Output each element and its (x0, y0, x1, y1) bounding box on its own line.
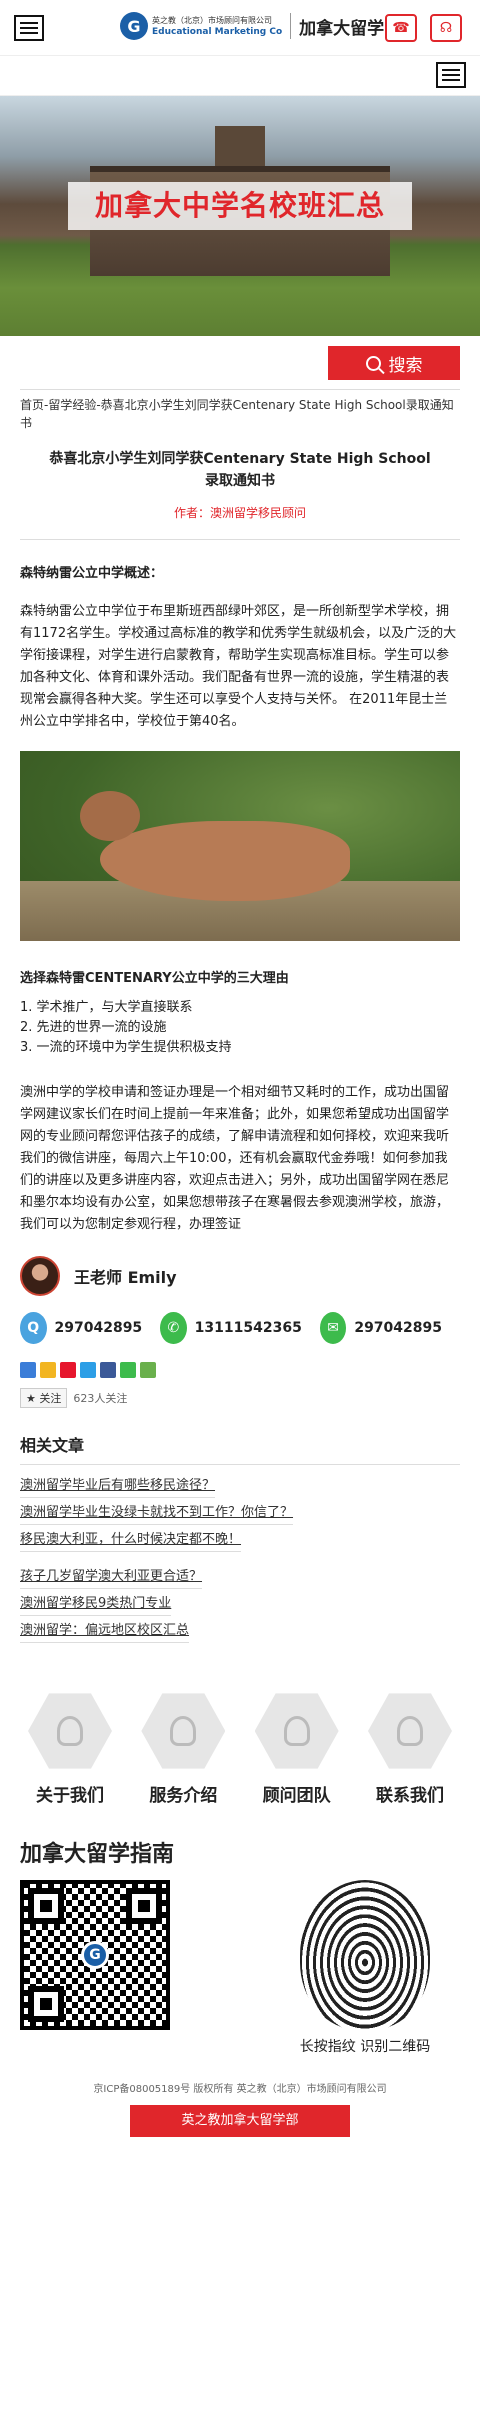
closing-paragraph: 澳洲中学的学校申请和签证办理是一个相对细节又耗时的工作，成功出国留学网建议家长们… (20, 1085, 450, 1232)
team-icon (254, 1693, 339, 1769)
qr-logo-icon: G (81, 1941, 109, 1969)
kangaroo-photo (20, 751, 460, 941)
share-weibo-icon[interactable] (60, 1362, 76, 1378)
whatsapp-icon[interactable]: ✆ (160, 1312, 187, 1344)
follow-button[interactable]: ★ 关注 (20, 1388, 68, 1408)
wechat-number: 297042895 (354, 1320, 442, 1336)
contact-row: Q 297042895 ✆ 13111542365 ✉ 297042895 (0, 1296, 480, 1344)
qr-finder-bl (28, 1986, 64, 2022)
photo-kangaroo-head (80, 791, 140, 841)
qr-finder-tl (28, 1888, 64, 1924)
reason-item: 3. 一流的环境中为学生提供积极支持 (20, 1040, 232, 1055)
follow-label: 关注 (39, 1392, 62, 1405)
related-link[interactable]: 澳洲留学移民9类热门专业 (20, 1593, 172, 1616)
top-header: G 英之教（北京）市场顾问有限公司 Educational Marketing … (0, 0, 480, 56)
footer-bar-button[interactable]: 英之教加拿大留学部 (130, 2105, 350, 2137)
qr-code[interactable]: G (20, 1880, 170, 2030)
brand-divider (290, 13, 292, 39)
search-input[interactable] (20, 346, 328, 380)
hamburger-menu-icon[interactable] (14, 14, 44, 41)
teacher-card: 王老师 Emily (0, 1236, 480, 1296)
article-title: 恭喜北京小学生刘同学获Centenary State High School录取… (49, 451, 431, 489)
breadcrumb[interactable]: 首页-留学经验-恭喜北京小学生刘同学获Centenary State High … (0, 390, 480, 432)
qq-number: 297042895 (54, 1320, 143, 1336)
related-link[interactable]: 澳洲留学：偏远地区校区汇总 (20, 1620, 190, 1643)
sub-header (0, 56, 480, 96)
related-list: 澳洲留学毕业后有哪些移民途径？ 澳洲留学毕业生没绿卡就找不到工作？你信了？ 移民… (0, 1465, 480, 1643)
people-icon (28, 1693, 112, 1769)
related-link[interactable]: 澳洲留学毕业生没绿卡就找不到工作？你信了？ (20, 1502, 294, 1525)
search-icon (365, 355, 381, 371)
fingerprint-icon (300, 1880, 430, 2030)
search-button[interactable]: 搜索 (328, 346, 460, 380)
meeting-icon (141, 1693, 226, 1769)
share-more-icon[interactable] (20, 1362, 36, 1378)
overview-paragraph: 森特纳雷公立中学位于布里斯班西部绿叶郊区，是一所创新型学术学校，拥有1172名学… (20, 604, 457, 729)
reasons-list: 1. 学术推广，与大学直接联系 2. 先进的世界一流的设施 3. 一流的环境中为… (0, 986, 480, 1058)
overview-heading: 森特纳雷公立中学概述： (20, 566, 164, 581)
nav-label: 顾问团队 (262, 1786, 331, 1806)
qq-icon[interactable]: Q (20, 1312, 47, 1344)
brand-company-en: Educational Marketing Co (152, 26, 283, 37)
nav-about[interactable]: 关于我们 (20, 1691, 120, 1806)
follow-widget: ★ 关注 623人关注 (0, 1378, 480, 1408)
follow-count: 623人关注 (73, 1392, 128, 1405)
related-link[interactable]: 澳洲留学毕业后有哪些移民途径？ (20, 1475, 216, 1498)
banner-title: 加拿大中学名校班汇总 (68, 182, 412, 230)
guide-block: G 长按指纹 识别二维码 (0, 1868, 480, 2056)
nav-label: 联系我们 (375, 1786, 444, 1806)
article-author: 作者：澳洲留学移民顾问 (173, 506, 306, 520)
headset-icon[interactable]: ☊ (430, 14, 462, 42)
nav-team[interactable]: 顾问团队 (247, 1691, 347, 1806)
secondary-menu-icon[interactable] (436, 62, 466, 88)
brand-company-cn: 英之教（北京）市场顾问有限公司 (152, 15, 272, 25)
footer-icp: 京ICP备08005189号 版权所有 英之教（北京）市场顾问有限公司 (93, 2084, 387, 2095)
fingerprint-block[interactable]: 长按指纹 识别二维码 (270, 1880, 460, 2056)
logo-g-icon: G (120, 12, 148, 40)
banner-image: 加拿大中学名校班汇总 (0, 96, 480, 336)
nav-contact[interactable]: 联系我们 (360, 1691, 460, 1806)
telephone-icon (367, 1693, 452, 1769)
related-link[interactable]: 移民澳大利亚，什么时候决定都不晚！ (20, 1529, 242, 1552)
teacher-name: 王老师 Emily (74, 1268, 177, 1287)
search-bar: 搜索 (20, 336, 460, 390)
related-heading: 相关文章 (20, 1436, 85, 1455)
brand-logo[interactable]: G 英之教（北京）市场顾问有限公司 Educational Marketing … (120, 12, 384, 40)
qr-finder-tr (126, 1888, 162, 1924)
share-tencent-weibo-icon[interactable] (80, 1362, 96, 1378)
reason-item: 2. 先进的世界一流的设施 (20, 1020, 167, 1035)
share-douban-icon[interactable] (140, 1362, 156, 1378)
fingerprint-caption: 长按指纹 识别二维码 (299, 2039, 431, 2055)
search-button-label: 搜索 (388, 355, 423, 376)
phone-icon[interactable]: ☎ (385, 14, 417, 42)
share-wechat-icon[interactable] (120, 1362, 136, 1378)
share-bar (0, 1344, 480, 1378)
brand-title: 加拿大留学 (299, 18, 385, 39)
reason-item: 1. 学术推广，与大学直接联系 (20, 1000, 193, 1015)
nav-services[interactable]: 服务介绍 (133, 1691, 233, 1806)
nav-label: 关于我们 (36, 1786, 104, 1806)
related-link[interactable]: 孩子几岁留学澳大利亚更合适？ (20, 1566, 203, 1589)
reasons-heading: 选择森特雷CENTENARY公立中学的三大理由 (20, 971, 289, 986)
nav-label: 服务介绍 (149, 1786, 218, 1806)
share-qzone-icon[interactable] (40, 1362, 56, 1378)
footer-nav: 关于我们 服务介绍 顾问团队 联系我们 (0, 1643, 480, 1806)
whatsapp-number: 13111542365 (194, 1320, 302, 1336)
guide-heading: 加拿大留学指南 (20, 1842, 175, 1867)
avatar (20, 1256, 60, 1296)
share-renren-icon[interactable] (100, 1362, 116, 1378)
wechat-icon[interactable]: ✉ (319, 1312, 347, 1344)
